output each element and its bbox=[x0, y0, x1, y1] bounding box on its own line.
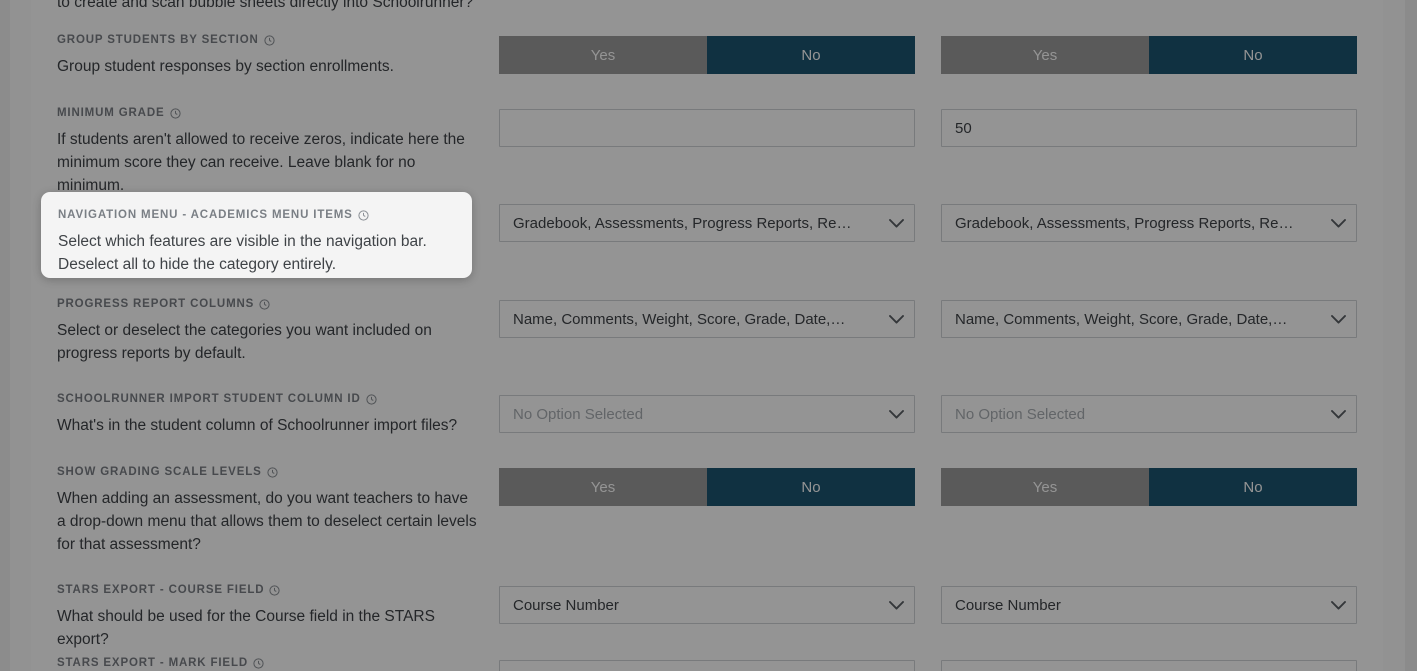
yes-no-toggle[interactable]: Yes No bbox=[499, 468, 915, 506]
field-description: What's in the student column of Schoolru… bbox=[57, 414, 477, 437]
yes-no-toggle[interactable]: Yes No bbox=[941, 468, 1357, 506]
field-schoolrunner-import-student-column-id: SCHOOLRUNNER IMPORT STUDENT COLUMN ID Wh… bbox=[57, 393, 477, 437]
toggle-show-grading-scale-levels-col-b[interactable]: Yes No bbox=[941, 468, 1357, 506]
select-stars-export-course-field-col-a[interactable]: Course Number bbox=[499, 586, 915, 624]
field-description: If students aren't allowed to receive ze… bbox=[57, 128, 477, 197]
select-stars-export-mark-field-col-a[interactable] bbox=[499, 660, 915, 671]
left-gutter-inner bbox=[10, 0, 31, 671]
field-stars-export-course-field: STARS EXPORT - COURSE FIELD What should … bbox=[57, 584, 477, 651]
dropdown[interactable]: Name, Comments, Weight, Score, Grade, Da… bbox=[499, 300, 915, 338]
field-label: STARS EXPORT - MARK FIELD bbox=[57, 657, 477, 669]
info-circle-icon[interactable] bbox=[366, 394, 377, 405]
select-schoolrunner-import-col-a[interactable]: No Option Selected bbox=[499, 395, 915, 433]
yes-no-toggle[interactable]: Yes No bbox=[941, 36, 1357, 74]
dropdown-value: Gradebook, Assessments, Progress Reports… bbox=[500, 215, 878, 232]
field-description: When adding an assessment, do you want t… bbox=[57, 487, 477, 556]
chevron-down-icon[interactable] bbox=[878, 410, 914, 419]
dropdown-value: No Option Selected bbox=[500, 406, 878, 423]
toggle-option-no[interactable]: No bbox=[1149, 36, 1357, 74]
field-stars-export-mark-field: STARS EXPORT - MARK FIELD bbox=[57, 657, 477, 669]
field-label: PROGRESS REPORT COLUMNS bbox=[57, 298, 477, 310]
minimum-grade-input[interactable] bbox=[941, 109, 1357, 147]
settings-page: to create and scan bubble sheets directl… bbox=[0, 0, 1417, 671]
select-stars-export-course-field-col-b[interactable]: Course Number bbox=[941, 586, 1357, 624]
settings-content: to create and scan bubble sheets directl… bbox=[0, 0, 1417, 671]
input-minimum-grade-col-b[interactable] bbox=[941, 109, 1357, 147]
dropdown[interactable]: Name, Comments, Weight, Score, Grade, Da… bbox=[941, 300, 1357, 338]
chevron-down-icon[interactable] bbox=[1320, 410, 1356, 419]
chevron-down-icon[interactable] bbox=[1320, 315, 1356, 324]
field-label: SCHOOLRUNNER IMPORT STUDENT COLUMN ID bbox=[57, 393, 477, 405]
toggle-group-students-by-section-col-b[interactable]: Yes No bbox=[941, 36, 1357, 74]
field-label: MINIMUM GRADE bbox=[57, 107, 477, 119]
dropdown[interactable]: Gradebook, Assessments, Progress Reports… bbox=[499, 204, 915, 242]
field-label: NAVIGATION MENU - ACADEMICS MENU ITEMS bbox=[58, 209, 455, 221]
dropdown-value: Course Number bbox=[942, 597, 1320, 614]
select-stars-export-mark-field-col-b[interactable] bbox=[941, 660, 1357, 671]
info-circle-icon[interactable] bbox=[264, 35, 275, 46]
info-circle-icon[interactable] bbox=[358, 210, 369, 221]
dropdown[interactable]: No Option Selected bbox=[941, 395, 1357, 433]
field-description: Group student responses by section enrol… bbox=[57, 55, 477, 78]
chevron-down-icon[interactable] bbox=[1320, 601, 1356, 610]
info-circle-icon[interactable] bbox=[267, 467, 278, 478]
toggle-option-yes[interactable]: Yes bbox=[941, 468, 1149, 506]
select-progress-report-columns-col-b[interactable]: Name, Comments, Weight, Score, Grade, Da… bbox=[941, 300, 1357, 338]
toggle-option-no[interactable]: No bbox=[707, 468, 915, 506]
select-navigation-menu-col-b[interactable]: Gradebook, Assessments, Progress Reports… bbox=[941, 204, 1357, 242]
toggle-show-grading-scale-levels-col-a[interactable]: Yes No bbox=[499, 468, 915, 506]
right-gutter-edge bbox=[1405, 0, 1417, 671]
field-description: What should be used for the Course field… bbox=[57, 605, 477, 651]
input-minimum-grade-col-a[interactable] bbox=[499, 109, 915, 147]
field-label: GROUP STUDENTS BY SECTION bbox=[57, 34, 477, 46]
chevron-down-icon[interactable] bbox=[1320, 219, 1356, 228]
dropdown[interactable] bbox=[499, 660, 915, 671]
select-progress-report-columns-col-a[interactable]: Name, Comments, Weight, Score, Grade, Da… bbox=[499, 300, 915, 338]
dropdown[interactable]: Gradebook, Assessments, Progress Reports… bbox=[941, 204, 1357, 242]
dropdown[interactable]: Course Number bbox=[941, 586, 1357, 624]
chevron-down-icon[interactable] bbox=[878, 601, 914, 610]
field-description: Select which features are visible in the… bbox=[58, 230, 455, 276]
select-schoolrunner-import-col-b[interactable]: No Option Selected bbox=[941, 395, 1357, 433]
field-show-grading-scale-levels: SHOW GRADING SCALE LEVELS When adding an… bbox=[57, 466, 477, 556]
dropdown[interactable]: Course Number bbox=[499, 586, 915, 624]
tour-spotlight-navigation-menu-academics-menu-items[interactable]: NAVIGATION MENU - ACADEMICS MENU ITEMS S… bbox=[41, 192, 472, 278]
select-navigation-menu-col-a[interactable]: Gradebook, Assessments, Progress Reports… bbox=[499, 204, 915, 242]
chevron-down-icon[interactable] bbox=[878, 219, 914, 228]
toggle-option-yes[interactable]: Yes bbox=[499, 36, 707, 74]
toggle-group-students-by-section-col-a[interactable]: Yes No bbox=[499, 36, 915, 74]
dropdown-value: Gradebook, Assessments, Progress Reports… bbox=[942, 215, 1320, 232]
dropdown-value: Name, Comments, Weight, Score, Grade, Da… bbox=[942, 311, 1320, 328]
left-gutter-outer bbox=[0, 0, 10, 671]
field-label: SHOW GRADING SCALE LEVELS bbox=[57, 466, 477, 478]
yes-no-toggle[interactable]: Yes No bbox=[499, 36, 915, 74]
minimum-grade-input[interactable] bbox=[499, 109, 915, 147]
info-circle-icon[interactable] bbox=[170, 108, 181, 119]
previous-field-description-truncated: to create and scan bubble sheets directl… bbox=[57, 0, 487, 14]
vertical-scrollbar-track[interactable] bbox=[1383, 0, 1405, 671]
info-circle-icon[interactable] bbox=[259, 299, 270, 310]
info-circle-icon[interactable] bbox=[269, 585, 280, 596]
dropdown-value: No Option Selected bbox=[942, 406, 1320, 423]
dropdown[interactable] bbox=[941, 660, 1357, 671]
field-group-students-by-section: GROUP STUDENTS BY SECTION Group student … bbox=[57, 34, 477, 78]
field-label: STARS EXPORT - COURSE FIELD bbox=[57, 584, 477, 596]
toggle-option-yes[interactable]: Yes bbox=[499, 468, 707, 506]
field-description: Select or deselect the categories you wa… bbox=[57, 319, 477, 365]
dropdown[interactable]: No Option Selected bbox=[499, 395, 915, 433]
info-circle-icon[interactable] bbox=[253, 658, 264, 669]
toggle-option-no[interactable]: No bbox=[1149, 468, 1357, 506]
dropdown-value: Name, Comments, Weight, Score, Grade, Da… bbox=[500, 311, 878, 328]
toggle-option-yes[interactable]: Yes bbox=[941, 36, 1149, 74]
field-progress-report-columns: PROGRESS REPORT COLUMNS Select or desele… bbox=[57, 298, 477, 365]
chevron-down-icon[interactable] bbox=[878, 315, 914, 324]
dropdown-value: Course Number bbox=[500, 597, 878, 614]
toggle-option-no[interactable]: No bbox=[707, 36, 915, 74]
field-minimum-grade: MINIMUM GRADE If students aren't allowed… bbox=[57, 107, 477, 197]
